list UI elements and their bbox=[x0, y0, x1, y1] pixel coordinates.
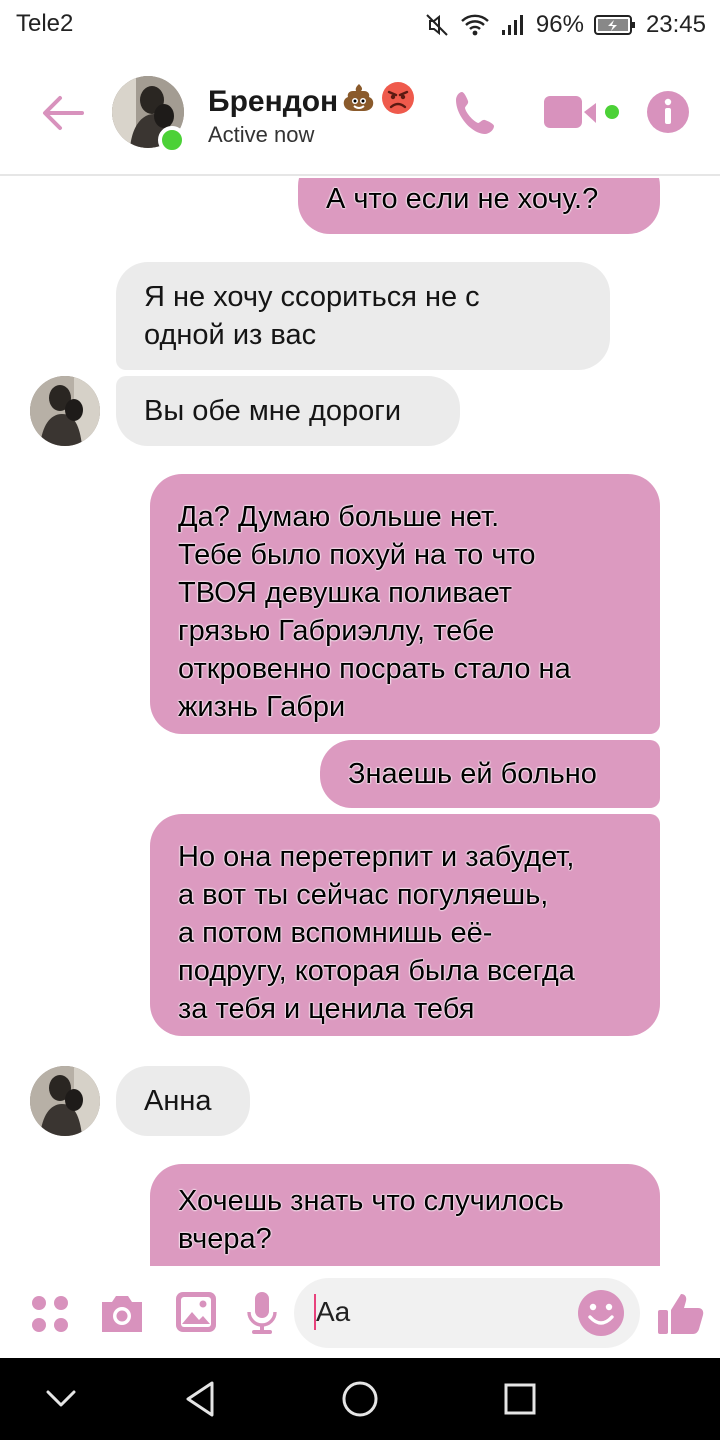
apps-icon[interactable] bbox=[30, 1294, 70, 1339]
message-bubble-outgoing[interactable]: Но она перетерпит и забудет, а вот ты се… bbox=[150, 814, 660, 1036]
battery-percent: 96% bbox=[535, 11, 584, 38]
back-icon[interactable] bbox=[180, 1378, 222, 1420]
message-bubble-outgoing[interactable]: Знаешь ей больно bbox=[320, 740, 660, 808]
battery-icon bbox=[593, 13, 636, 37]
active-status: Active now bbox=[208, 122, 315, 147]
message-bubble-incoming[interactable]: Анна bbox=[116, 1066, 250, 1136]
pile-of-poo-emoji-icon bbox=[342, 81, 376, 123]
sender-avatar bbox=[30, 376, 100, 446]
back-arrow-icon[interactable] bbox=[38, 88, 88, 138]
message-bubble-incoming[interactable]: Вы обе мне дороги bbox=[116, 376, 460, 446]
gallery-icon[interactable] bbox=[174, 1290, 218, 1339]
home-icon[interactable] bbox=[339, 1378, 381, 1420]
message-bubble-outgoing[interactable]: А что если не хочу.? bbox=[298, 178, 660, 234]
info-icon[interactable] bbox=[646, 90, 690, 134]
sender-avatar bbox=[30, 1066, 100, 1136]
system-navigation-bar bbox=[0, 1358, 720, 1440]
status-bar: Tele2 96% 23:45 bbox=[0, 0, 720, 52]
message-bubble-outgoing[interactable]: Хочешь знать что случилось вчера? bbox=[150, 1164, 660, 1266]
hide-keyboard-icon[interactable] bbox=[40, 1378, 82, 1420]
clock: 23:45 bbox=[645, 11, 706, 38]
wifi-icon bbox=[460, 12, 490, 38]
camera-icon[interactable] bbox=[98, 1292, 146, 1339]
recents-icon[interactable] bbox=[499, 1378, 541, 1420]
microphone-icon[interactable] bbox=[244, 1290, 280, 1341]
message-bubble-incoming[interactable]: Я не хочу ссориться не с одной из вас bbox=[116, 262, 610, 370]
online-indicator bbox=[158, 126, 186, 154]
contact-name: Брендон bbox=[208, 85, 339, 118]
message-list[interactable]: А что если не хочу.? Я не хочу ссориться… bbox=[0, 178, 720, 1266]
carrier-label: Tele2 bbox=[16, 10, 74, 37]
angry-face-emoji-icon bbox=[380, 80, 416, 124]
mute-icon bbox=[424, 12, 450, 38]
like-icon[interactable] bbox=[656, 1288, 706, 1343]
emoji-icon[interactable] bbox=[576, 1288, 626, 1338]
status-icons: 96% 23:45 bbox=[424, 8, 706, 42]
message-composer: Aa bbox=[0, 1266, 720, 1358]
signal-icon bbox=[500, 13, 526, 37]
contact-name-row: Брендон bbox=[208, 80, 416, 124]
message-input-placeholder: Aa bbox=[316, 1296, 351, 1327]
phone-icon[interactable] bbox=[452, 88, 500, 138]
video-call-icon[interactable] bbox=[544, 94, 624, 132]
conversation-header: Брендон Active now bbox=[0, 52, 720, 176]
message-input[interactable]: Aa bbox=[294, 1278, 640, 1348]
message-bubble-outgoing[interactable]: Да? Думаю больше нет. Тебе было похуй на… bbox=[150, 474, 660, 734]
